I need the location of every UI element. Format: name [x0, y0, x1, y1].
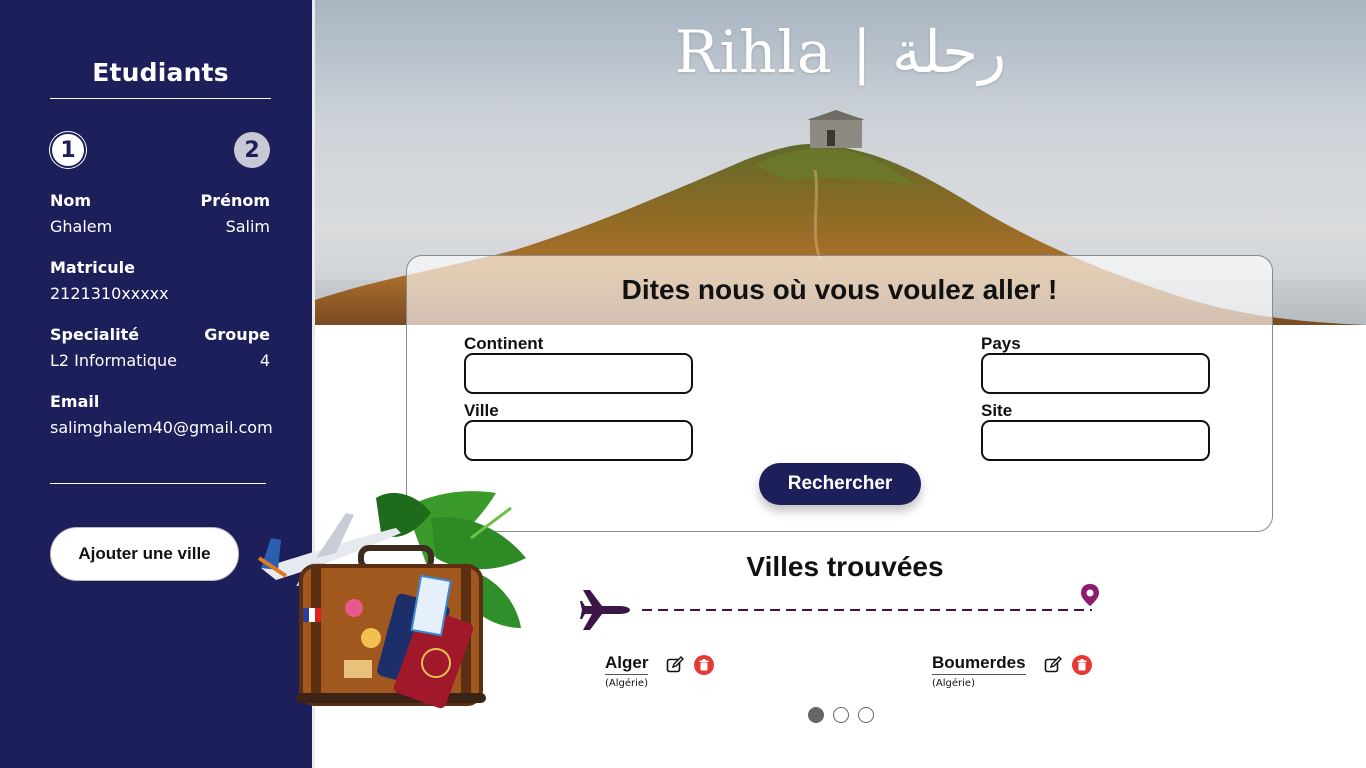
continent-input[interactable]: [464, 353, 693, 394]
email-label: Email: [50, 392, 100, 411]
city-name[interactable]: Alger: [605, 653, 649, 675]
site-label: Site: [981, 401, 1013, 420]
specialite-labels-row: Specialité Groupe: [50, 325, 270, 344]
carousel-pagination: [808, 707, 874, 723]
edit-icon[interactable]: [1044, 656, 1062, 674]
trash-icon[interactable]: [694, 655, 714, 675]
city-country: (Algérie): [932, 678, 975, 689]
groupe-label: Groupe: [204, 325, 270, 344]
city-country: (Algérie): [605, 678, 648, 689]
prenom-value: Salim: [225, 217, 270, 236]
specialite-values-row: L2 Informatique 4: [50, 351, 270, 370]
travel-suitcase-illustration: [257, 491, 526, 709]
matricule-label: Matricule: [50, 258, 135, 277]
nom-label: Nom: [50, 191, 92, 210]
student-step-1[interactable]: 1: [50, 132, 86, 168]
search-button[interactable]: Rechercher: [759, 463, 921, 505]
pays-label: Pays: [981, 334, 1021, 353]
student-step-2[interactable]: 2: [234, 132, 270, 168]
email-label-row: Email: [50, 392, 270, 411]
pagination-dot-3[interactable]: [858, 707, 874, 723]
site-logo-title: Rihla | رحلة: [674, 18, 1007, 86]
sidebar-divider: [50, 98, 271, 99]
ville-input[interactable]: [464, 420, 693, 461]
specialite-value: L2 Informatique: [50, 351, 178, 370]
results-title: Villes trouvées: [746, 551, 944, 582]
city-actions: [666, 655, 714, 675]
city-card: Boumerdes (Algérie): [932, 653, 1092, 689]
matricule-value: 2121310xxxxx: [50, 284, 169, 303]
matricule-value-row: 2121310xxxxx: [50, 284, 270, 303]
nom-value: Ghalem: [50, 217, 113, 236]
groupe-value: 4: [259, 351, 270, 370]
name-labels-row: Nom Prénom: [50, 191, 270, 210]
airplane-icon: [580, 590, 630, 630]
city-actions: [1044, 655, 1092, 675]
flight-route: [580, 584, 1099, 630]
continent-label: Continent: [464, 334, 544, 353]
trash-icon[interactable]: [1072, 655, 1092, 675]
pays-input[interactable]: [981, 353, 1210, 394]
specialite-label: Specialité: [50, 325, 140, 344]
email-value-row: salimghalem40@gmail.com: [50, 418, 273, 437]
site-input[interactable]: [981, 420, 1210, 461]
city-card: Alger (Algérie): [605, 653, 714, 689]
name-values-row: Ghalem Salim: [50, 217, 270, 236]
sidebar-title: Etudiants: [92, 58, 229, 87]
edit-icon[interactable]: [666, 656, 684, 674]
sidebar-divider-bottom: [50, 483, 266, 484]
matricule-label-row: Matricule: [50, 258, 270, 277]
pagination-dot-2[interactable]: [833, 707, 849, 723]
prenom-label: Prénom: [200, 191, 270, 210]
email-value: salimghalem40@gmail.com: [50, 418, 273, 437]
search-title: Dites nous où vous voulez aller !: [621, 274, 1058, 305]
location-pin-icon: [1081, 584, 1099, 606]
ville-label: Ville: [464, 401, 499, 420]
city-name[interactable]: Boumerdes: [932, 653, 1026, 675]
search-card: Dites nous où vous voulez aller ! Contin…: [406, 255, 1273, 532]
add-city-button[interactable]: Ajouter une ville: [50, 527, 239, 581]
pagination-dot-1[interactable]: [808, 707, 824, 723]
